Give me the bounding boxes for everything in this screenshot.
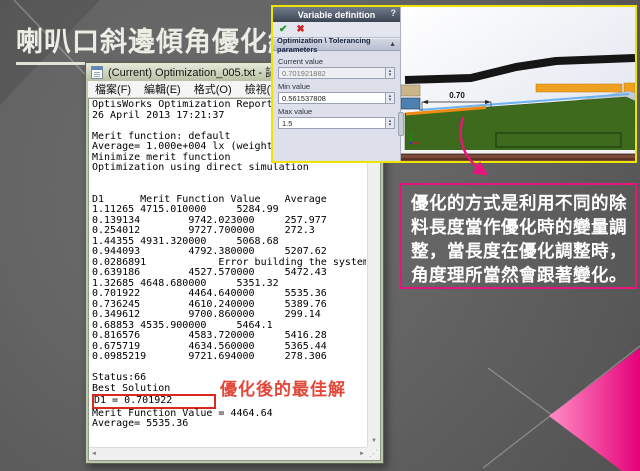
panel-splitter-handle[interactable] bbox=[398, 112, 404, 136]
confirm-check-icon[interactable]: ✔ bbox=[279, 24, 287, 35]
current-value-spinner[interactable]: ▲ ▼ bbox=[386, 67, 395, 79]
software-screenshot-frame: Variable definition ? ✔ ✖ Optimization \… bbox=[271, 5, 637, 163]
explanation-text-box: 優化的方式是利用不同的除 料長度當作優化時的變量調 整，當長度在優化調整時， 角… bbox=[400, 183, 637, 289]
section-header-label: Optimization \ Tolerancing parameters bbox=[277, 36, 389, 54]
note-line: 優化的方式是利用不同的除 bbox=[411, 191, 626, 215]
dialog-title: Variable definition bbox=[298, 10, 376, 20]
menu-file[interactable]: 檔案(F) bbox=[95, 81, 131, 97]
spinner-down-icon[interactable]: ▼ bbox=[388, 98, 392, 103]
best-solution-highlight-box: D1 = 0.701922 bbox=[92, 394, 216, 409]
variable-definition-dialog: Variable definition ? ✔ ✖ Optimization \… bbox=[273, 7, 401, 161]
cad-viewport[interactable]: 0.70 bbox=[401, 7, 635, 161]
dimension-label: 0.70 bbox=[441, 91, 473, 100]
dialog-titlebar[interactable]: Variable definition ? bbox=[273, 7, 400, 22]
scroll-left-icon[interactable]: ◄ bbox=[91, 451, 97, 457]
min-value-label: Min value bbox=[278, 82, 395, 91]
current-value-field: 0.701921882 bbox=[278, 67, 386, 79]
cad-model-drawing bbox=[401, 7, 635, 161]
min-value-spinner[interactable]: ▲ ▼ bbox=[386, 92, 395, 104]
notepad-window-title: (Current) Optimization_005.txt - 記事本 bbox=[108, 64, 298, 80]
spinner-down-icon[interactable]: ▼ bbox=[388, 123, 392, 128]
note-line: 角度理所當然會跟著變化。 bbox=[411, 263, 626, 287]
max-value-spinner[interactable]: ▲ ▼ bbox=[386, 117, 395, 129]
report-text-bottom: Merit Function Value = 4464.64 Average= … bbox=[92, 409, 366, 430]
cancel-cross-icon[interactable]: ✖ bbox=[296, 24, 304, 35]
section-header-tolerancing[interactable]: Optimization \ Tolerancing parameters ▲ bbox=[273, 38, 400, 51]
dialog-body: Current value 0.701921882 ▲ ▼ Min value … bbox=[273, 51, 400, 132]
note-line: 整，當長度在優化調整時， bbox=[411, 239, 626, 263]
resize-grip-icon[interactable]: ⋰ bbox=[367, 447, 380, 460]
corner-triangle bbox=[549, 348, 640, 471]
scroll-right-icon[interactable]: ► bbox=[359, 451, 365, 457]
slide-background: 喇叭口斜邊傾角優化結果 (Current) Optimization_005.t… bbox=[0, 0, 640, 471]
max-value-label: Max value bbox=[278, 107, 395, 116]
note-line: 料長度當作優化時的變量調 bbox=[411, 215, 626, 239]
menu-edit[interactable]: 編輯(E) bbox=[144, 81, 181, 97]
spinner-down-icon[interactable]: ▼ bbox=[388, 73, 392, 78]
scroll-down-icon[interactable]: ▼ bbox=[368, 438, 380, 444]
menu-format[interactable]: 格式(O) bbox=[194, 81, 232, 97]
current-value-label: Current value bbox=[278, 57, 395, 66]
horizontal-scrollbar[interactable]: ◄ ► bbox=[89, 447, 367, 460]
min-value-field[interactable]: 0.561537808 bbox=[278, 92, 386, 104]
collapse-icon[interactable]: ▲ bbox=[389, 41, 396, 48]
best-solution-annotation: 優化後的最佳解 bbox=[220, 385, 346, 396]
notepad-icon bbox=[91, 66, 103, 79]
help-icon[interactable]: ? bbox=[391, 8, 397, 18]
max-value-field[interactable]: 1.5 bbox=[278, 117, 386, 129]
